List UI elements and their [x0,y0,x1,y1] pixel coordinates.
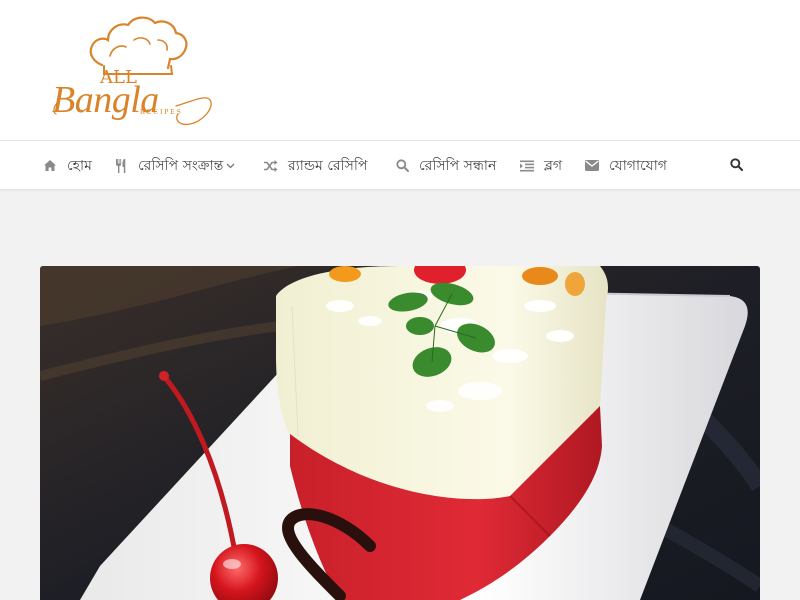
chevron-down-icon [226,163,235,169]
nav-item-random-recipe[interactable]: র‍্যান্ডম রেসিপি [264,141,367,190]
list-icon [520,159,534,173]
main-navigation: হোম রেসিপি সংক্রান্ত র‍্যান্ডম রেসিপি রে… [0,141,800,190]
nav-item-label: যোগাযোগ [609,157,667,174]
nav-item-blog[interactable]: ব্লগ [520,141,562,190]
nav-item-label: হোম [67,157,92,174]
search-icon [395,159,409,173]
header-search-button[interactable] [727,141,745,190]
shuffle-icon [264,159,278,173]
home-icon [43,159,57,173]
nav-item-label: রেসিপি সংক্রান্ত [138,157,224,174]
cheesecake-slice-photo [40,266,760,600]
nav-item-recipes[interactable]: রেসিপি সংক্রান্ত [114,141,235,190]
utensils-icon [114,158,128,173]
site-header: ALL Bangla RECIPES [0,0,800,141]
site-logo[interactable]: ALL Bangla RECIPES [50,10,220,132]
nav-item-home[interactable]: হোম [43,141,92,190]
nav-item-label: র‍্যান্ডম রেসিপি [288,157,368,174]
featured-image[interactable] [40,266,760,600]
search-icon [729,156,743,175]
logo-text-recipes: RECIPES [140,107,183,116]
nav-item-recipe-search[interactable]: রেসিপি সন্ধান [395,141,496,190]
envelope-icon [585,159,599,173]
nav-item-contact[interactable]: যোগাযোগ [585,141,667,190]
nav-item-label: ব্লগ [544,157,563,174]
nav-item-label: রেসিপি সন্ধান [419,157,497,174]
